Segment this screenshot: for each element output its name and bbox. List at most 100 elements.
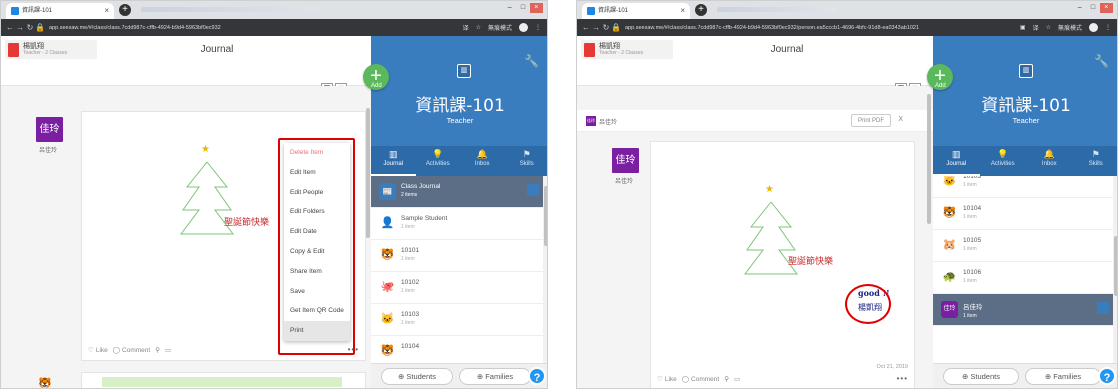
- students-button[interactable]: ⊕ Students: [943, 367, 1019, 385]
- list-item[interactable]: 🐯 10104: [371, 336, 543, 363]
- comment-button[interactable]: ◯ Comment: [113, 346, 150, 355]
- close-print-button[interactable]: X: [898, 116, 903, 123]
- new-tab-icon[interactable]: +: [119, 4, 131, 16]
- tab-journal[interactable]: ▥ Journal: [933, 146, 980, 176]
- list-item-name: Sample Student: [401, 215, 448, 222]
- help-icon[interactable]: ?: [1098, 367, 1116, 385]
- list-item[interactable]: 🐢 10106 1 item: [933, 262, 1113, 294]
- tab-label: Skills: [519, 161, 534, 167]
- list-item[interactable]: 🐱 10103 1 item: [933, 176, 1113, 198]
- list-item-count: 1 item: [963, 214, 977, 220]
- families-button[interactable]: ⊕ Families: [1025, 367, 1101, 385]
- student-list: 📰 Class Journal 2 items 👤 Sample Student 1 it…: [371, 176, 543, 363]
- class-sidebar: ▥ 資訊課-101 Teacher 🔧 ▥ Journal 💡 Activities…: [371, 36, 548, 388]
- address-bar[interactable]: app.seesaw.me/#/class/class.7cdd987c-cff…: [625, 22, 970, 34]
- feed-scrollbar[interactable]: [366, 108, 370, 238]
- menu-icon[interactable]: ⋮: [535, 24, 541, 31]
- browser-tab[interactable]: 資訊課-101 ×: [582, 3, 690, 19]
- address-bar[interactable]: app.seesaw.me/#/class/class.7cdd987c-cff…: [49, 22, 369, 34]
- student-name: 呂佳玲: [615, 179, 634, 185]
- next-post-card[interactable]: [81, 372, 366, 388]
- bookmark-star-icon[interactable]: ☆: [476, 24, 481, 31]
- app-header: 楊凱翔 Teacher - 2 Classes Journal: [1, 36, 371, 86]
- close-window-icon[interactable]: ×: [1099, 3, 1113, 13]
- back-icon[interactable]: ←: [581, 23, 591, 32]
- list-item[interactable]: 👤 Sample Student 1 item: [371, 208, 543, 240]
- tab-inbox[interactable]: 🔔 Inbox: [1026, 146, 1073, 176]
- reload-icon[interactable]: ↻: [601, 23, 611, 32]
- tab-close-icon[interactable]: ×: [680, 3, 685, 19]
- post-card[interactable]: ★ 聖誕節快樂 good !! 楊凱翔 Oct 21, 2019 ♡ Like ◯…: [650, 141, 915, 388]
- list-item[interactable]: 🐹 10105 1 item: [933, 230, 1113, 262]
- close-window-icon[interactable]: ×: [529, 3, 543, 13]
- profile-icon[interactable]: [1089, 23, 1098, 32]
- browser-window-right: 資訊課-101 × + – □ × ← → ↻ 🔒 app.seesaw.me/…: [576, 0, 1118, 389]
- back-icon[interactable]: ←: [5, 23, 15, 32]
- minimize-icon[interactable]: –: [1073, 3, 1086, 13]
- nav-bar: ← → ↻ 🔒 app.seesaw.me/#/class/class.7cdd…: [577, 19, 1117, 36]
- maximize-icon[interactable]: □: [516, 3, 529, 13]
- list-item[interactable]: 🐙 10102 1 item: [371, 272, 543, 304]
- skills-icon[interactable]: ⚲: [155, 346, 160, 354]
- tab-activities[interactable]: 💡 Activities: [416, 146, 461, 176]
- menu-icon[interactable]: ⋮: [1105, 24, 1111, 31]
- students-button[interactable]: ⊕ Students: [381, 367, 453, 385]
- print-pdf-button[interactable]: Print PDF: [850, 114, 891, 127]
- maximize-icon[interactable]: □: [1086, 3, 1099, 13]
- tab-skills[interactable]: ⚑ Skills: [505, 146, 548, 176]
- browser-tab[interactable]: 資訊課-101 ×: [6, 3, 114, 19]
- wrench-icon[interactable]: 🔧: [524, 54, 539, 68]
- highlight-circle: [845, 284, 891, 324]
- wrench-icon[interactable]: 🔧: [1094, 54, 1109, 68]
- new-tab-icon[interactable]: +: [695, 4, 707, 16]
- forward-icon[interactable]: →: [15, 23, 25, 32]
- like-button[interactable]: ♡ Like: [657, 375, 677, 384]
- more-options-icon[interactable]: •••: [897, 374, 908, 383]
- tab-label: Inbox: [474, 161, 490, 167]
- tab-journal[interactable]: ▥ Journal: [371, 146, 416, 176]
- list-item-name: 10103: [963, 176, 982, 180]
- student-avatar-icon: 🐱: [380, 313, 395, 325]
- list-item[interactable]: 🐱 10103 1 item: [371, 304, 543, 336]
- profile-icon[interactable]: [519, 23, 528, 32]
- help-icon[interactable]: ?: [528, 367, 546, 385]
- sidebar-tabs: ▥ Journal 💡 Activities 🔔 Inbox ⚑ Skills: [933, 146, 1118, 176]
- forward-icon[interactable]: →: [591, 23, 601, 32]
- list-item[interactable]: 🐯 10104 1 item: [933, 198, 1113, 230]
- list-item[interactable]: 📰 Class Journal 2 items: [371, 176, 543, 208]
- folder-icon[interactable]: ▭: [734, 375, 740, 383]
- student-avatar-icon: 🐙: [380, 281, 395, 293]
- like-button[interactable]: ♡ Like: [88, 346, 108, 355]
- folder-icon[interactable]: ▭: [165, 346, 171, 354]
- list-scrollbar[interactable]: [543, 176, 547, 363]
- list-item[interactable]: 🐯 10101 1 item: [371, 240, 543, 272]
- flag-icon: ⚑: [522, 149, 531, 159]
- translate-icon[interactable]: 译: [1033, 23, 1039, 32]
- star-icon: ★: [765, 184, 774, 195]
- translate-icon[interactable]: 译: [463, 23, 469, 32]
- class-role: Teacher: [446, 116, 474, 125]
- tab-close-icon[interactable]: ×: [104, 3, 109, 19]
- scrollbar-thumb[interactable]: [1114, 236, 1117, 296]
- feed-scrollbar[interactable]: [927, 94, 931, 224]
- tab-skills[interactable]: ⚑ Skills: [1073, 146, 1118, 176]
- tab-activities[interactable]: 💡 Activities: [980, 146, 1027, 176]
- cast-icon[interactable]: ▣: [1020, 24, 1026, 31]
- heart-icon: ♡: [88, 347, 94, 354]
- minimize-icon[interactable]: –: [503, 3, 516, 13]
- reload-icon[interactable]: ↻: [25, 23, 35, 32]
- skills-icon[interactable]: ⚲: [724, 375, 729, 383]
- comment-button[interactable]: ◯ Comment: [682, 375, 719, 384]
- bookmark-star-icon[interactable]: ☆: [1046, 24, 1051, 31]
- tab-inbox[interactable]: 🔔 Inbox: [460, 146, 505, 176]
- post-footer: ♡ Like ◯ Comment ⚲ ▭: [651, 369, 914, 388]
- list-item-name: 10106: [963, 269, 982, 276]
- list-item-name: 10103: [401, 311, 420, 318]
- list-item[interactable]: 佳玲 呂佳玲 1 item: [933, 294, 1113, 326]
- list-scrollbar[interactable]: [1113, 176, 1117, 363]
- tab-label: Inbox: [1041, 161, 1057, 167]
- class-sidebar: ▥ 資訊課-101 Teacher 🔧 ▥ Journal 💡 Activities…: [933, 36, 1118, 388]
- tab-label: Activities: [425, 161, 450, 167]
- scrollbar-thumb[interactable]: [544, 186, 547, 246]
- families-button[interactable]: ⊕ Families: [459, 367, 531, 385]
